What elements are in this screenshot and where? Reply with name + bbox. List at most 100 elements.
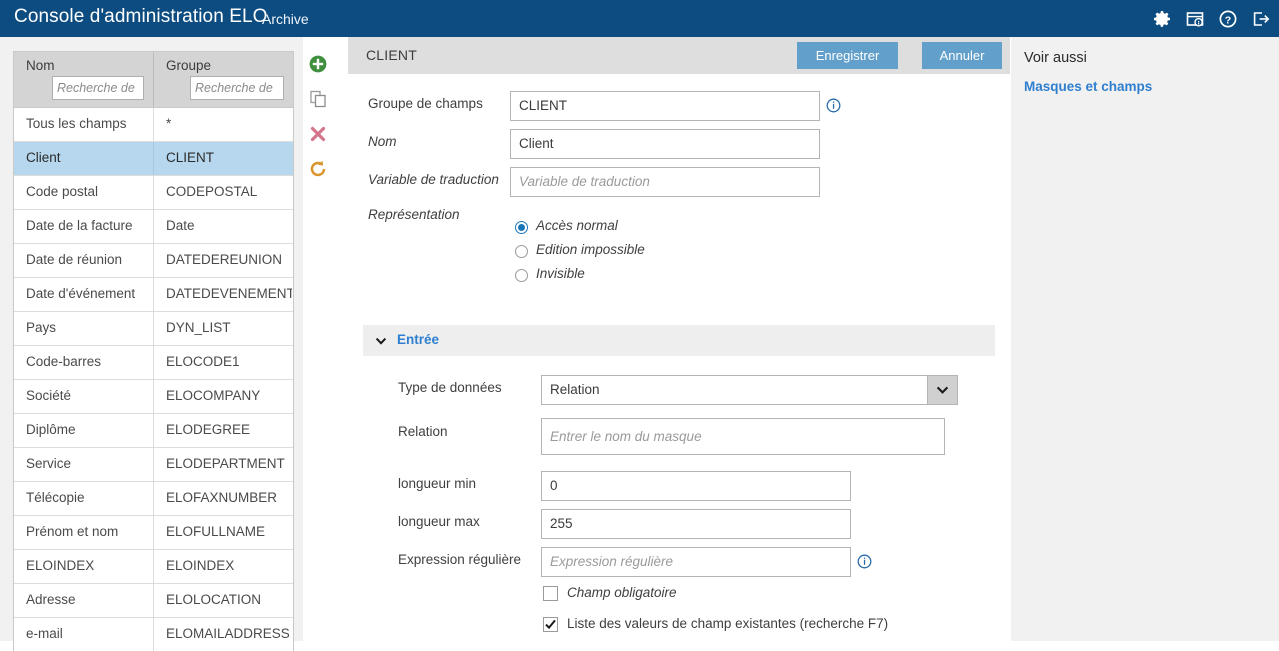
data-type-select[interactable]: Relation [541, 375, 958, 405]
radio-label-acces-normal: Accès normal [536, 218, 618, 233]
search-input-groupe[interactable]: Recherche de [190, 76, 284, 100]
radio-edition-impossible[interactable] [515, 245, 528, 258]
cell-nom: e-mail [14, 618, 154, 651]
regex-row: Expression régulière Expression régulièr… [348, 543, 1010, 581]
radio-invisible[interactable] [515, 269, 528, 282]
max-length-input[interactable]: 255 [541, 509, 851, 539]
field-group-label: Groupe de champs [368, 96, 483, 111]
column-header-groupe[interactable]: Groupe Recherche de [154, 52, 292, 107]
cell-nom: Télécopie [14, 482, 154, 515]
top-bar-icons: ? [1152, 0, 1271, 37]
translation-var-label: Variable de traduction [368, 172, 499, 187]
table-row[interactable]: Service ELODEPARTMENT [14, 447, 293, 481]
table-row[interactable]: Date de réunion DATEDEREUNION [14, 243, 293, 277]
field-group-input[interactable]: CLIENT [510, 91, 820, 121]
add-icon[interactable] [306, 52, 330, 76]
gear-icon[interactable] [1152, 9, 1172, 29]
logout-icon[interactable] [1251, 9, 1271, 29]
table-row[interactable]: Diplôme ELODEGREE [14, 413, 293, 447]
cell-groupe: Date [166, 218, 195, 233]
cell-groupe: DYN_LIST [166, 320, 231, 335]
table-row[interactable]: Société ELOCOMPANY [14, 379, 293, 413]
chevron-down-icon-select[interactable] [927, 376, 957, 404]
cell-groupe: CODEPOSTAL [166, 184, 258, 199]
translation-var-row: Variable de traduction Variable de tradu… [348, 163, 1010, 201]
cell-groupe: ELOFAXNUMBER [166, 490, 278, 505]
save-button[interactable]: Enregistrer [797, 42, 898, 69]
min-length-row: longueur min 0 [348, 467, 1010, 505]
cell-nom: Date de la facture [14, 210, 154, 243]
table-row[interactable]: ELOINDEX ELOINDEX [14, 549, 293, 583]
table-row[interactable]: e-mail ELOMAILADDRESS [14, 617, 293, 651]
min-length-input[interactable]: 0 [541, 471, 851, 501]
info-icon-field-group[interactable] [826, 98, 841, 113]
representation-option-0[interactable]: Accès normal [348, 217, 1010, 241]
min-length-label: longueur min [398, 476, 477, 491]
right-pane: Voir aussi Masques et champs [1011, 37, 1279, 641]
table-row[interactable]: Client CLIENT [14, 141, 293, 175]
cell-groupe: * [166, 116, 172, 131]
max-length-label: longueur max [398, 514, 480, 529]
cell-groupe: DATEDEVENEMENT [166, 286, 292, 301]
section-entree-header[interactable]: Entrée [363, 325, 995, 356]
cell-nom: Code-barres [14, 346, 154, 379]
required-row[interactable]: Champ obligatoire [348, 581, 1010, 612]
representation-option-2[interactable]: Invisible [348, 265, 1010, 289]
name-row: Nom Client [348, 125, 1010, 163]
cell-nom: Code postal [14, 176, 154, 209]
table-row[interactable]: Tous les champs * [14, 107, 293, 141]
table-row[interactable]: Prénom et nom ELOFULLNAME [14, 515, 293, 549]
help-icon[interactable]: ? [1218, 9, 1238, 29]
table-row[interactable]: Pays DYN_LIST [14, 311, 293, 345]
cell-groupe: ELODEPARTMENT [166, 456, 285, 471]
delete-icon[interactable] [306, 122, 330, 146]
representation-row: Représentation [348, 201, 1010, 222]
relation-input[interactable]: Entrer le nom du masque [541, 418, 945, 455]
copy-icon[interactable] [306, 87, 330, 111]
translation-var-input[interactable]: Variable de traduction [510, 167, 820, 197]
checkbox-existing-values-label: Liste des valeurs de champ existantes (r… [567, 616, 889, 631]
checkbox-required[interactable] [543, 586, 558, 601]
cancel-button[interactable]: Annuler [922, 42, 1002, 69]
checkbox-required-label: Champ obligatoire [567, 585, 677, 600]
table-row[interactable]: Code postal CODEPOSTAL [14, 175, 293, 209]
info-icon-regex[interactable] [857, 554, 872, 569]
name-input[interactable]: Client [510, 129, 820, 159]
table-row[interactable]: Adresse ELOLOCATION [14, 583, 293, 617]
app-title: Console d'administration ELO [14, 6, 268, 27]
page-title: CLIENT [366, 47, 417, 63]
table-row[interactable]: Date de la facture Date [14, 209, 293, 243]
cell-groupe: ELOMAILADDRESS [166, 626, 290, 641]
refresh-icon[interactable] [306, 157, 330, 181]
column-header-nom[interactable]: Nom Recherche de [14, 52, 154, 107]
see-also-link-masques-et-champs[interactable]: Masques et champs [1024, 79, 1152, 94]
cell-nom: Diplôme [14, 414, 154, 447]
representation-option-1[interactable]: Edition impossible [348, 241, 1010, 265]
cell-nom: Adresse [14, 584, 154, 617]
table-row[interactable]: Date d'événement DATEDEVENEMENT [14, 277, 293, 311]
cell-nom: Client [14, 142, 154, 175]
column-header-groupe-label: Groupe [166, 58, 212, 73]
existing-values-row[interactable]: Liste des valeurs de champ existantes (r… [348, 612, 1010, 641]
search-input-nom[interactable]: Recherche de [52, 76, 144, 100]
cell-nom: Date de réunion [14, 244, 154, 277]
regex-input[interactable]: Expression régulière [541, 547, 851, 577]
chevron-down-icon[interactable] [374, 334, 388, 348]
table-row[interactable]: Télécopie ELOFAXNUMBER [14, 481, 293, 515]
section-entree-body: Type de données Relation Relation Entrer… [348, 369, 1010, 641]
section-entree-title: Entrée [397, 332, 440, 347]
left-pane: Nom Recherche de Groupe Recherche de Tou… [0, 37, 303, 651]
column-header-nom-label: Nom [26, 58, 55, 73]
main-panel-header: CLIENT Enregistrer Annuler [348, 37, 1010, 74]
see-also-title: Voir aussi [1024, 50, 1087, 66]
main-panel: CLIENT Enregistrer Annuler Groupe de cha… [348, 37, 1010, 641]
cell-nom: Pays [14, 312, 154, 345]
fields-grid: Nom Recherche de Groupe Recherche de Tou… [13, 51, 294, 651]
cell-groupe: DATEDEREUNION [166, 252, 283, 267]
top-bar: Console d'administration ELO Archive ? [0, 0, 1279, 37]
data-type-row: Type de données Relation [348, 369, 1010, 412]
info-window-icon[interactable] [1185, 9, 1205, 29]
radio-acces-normal[interactable] [515, 221, 528, 234]
table-row[interactable]: Code-barres ELOCODE1 [14, 345, 293, 379]
checkbox-existing-values[interactable] [543, 617, 558, 632]
